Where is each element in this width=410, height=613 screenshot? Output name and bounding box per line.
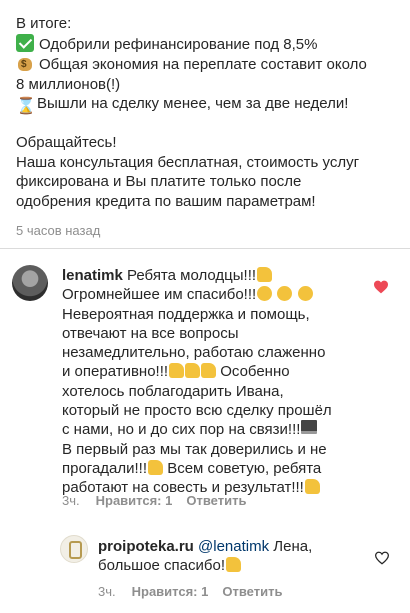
comment: lenatimk Ребята молодцы!!! Огромнейшее и… <box>62 266 360 498</box>
pointing-up-icon <box>304 479 320 495</box>
caption-item: Общая экономия на переплате составит око… <box>16 54 398 94</box>
comment-actions: 3ч. Нравится: 1 Ответить <box>62 493 260 508</box>
smile-icon <box>277 286 293 302</box>
reply-button[interactable]: Ответить <box>186 493 246 508</box>
thumbs-up-icon <box>201 363 217 379</box>
heart-outline-icon[interactable] <box>374 551 390 565</box>
hourglass-icon: ⌛ <box>16 98 36 115</box>
caption-item: Одобрили рефинансирование под 8,5% <box>16 33 398 55</box>
caption-cta-title: Обращайтесь! <box>16 134 117 151</box>
thumbs-up-icon <box>185 363 201 379</box>
heart-icon[interactable] <box>373 280 389 294</box>
comment-actions: 3ч. Нравится: 1 Ответить <box>98 584 296 599</box>
comment-time: 3ч. <box>98 584 116 599</box>
post-caption: В итоге: Одобрили рефинансирование под 8… <box>16 14 398 241</box>
smile-icon <box>297 286 313 302</box>
ok-hand-icon <box>148 459 164 475</box>
thumbs-up-icon <box>257 267 273 282</box>
comment-text: Ребята молодцы!!! Огромнейшее им спасибо… <box>62 267 332 497</box>
check-icon <box>16 33 34 52</box>
money-bag-icon <box>16 54 34 72</box>
laptop-icon <box>301 420 318 435</box>
handshake-icon <box>226 557 242 573</box>
comment-username[interactable]: proipoteka.ru <box>98 538 194 555</box>
caption-heading: В итоге: <box>16 15 72 32</box>
reply-button[interactable]: Ответить <box>222 584 282 599</box>
likes-count[interactable]: Нравится: 1 <box>96 493 173 508</box>
likes-count[interactable]: Нравится: 1 <box>132 584 209 599</box>
smile-icon <box>257 286 273 302</box>
caption-item: ⌛Вышли на сделку менее, чем за две недел… <box>16 95 349 115</box>
avatar[interactable] <box>12 265 48 301</box>
comment-time: 3ч. <box>62 493 80 508</box>
divider <box>0 248 410 249</box>
post-timestamp: 5 часов назад <box>16 223 101 238</box>
comment-username[interactable]: lenatimk <box>62 267 123 284</box>
comment-reply: proipoteka.ru @lenatimk Лена, большое сп… <box>98 537 360 576</box>
avatar[interactable] <box>60 535 88 563</box>
thumbs-up-icon <box>169 363 185 379</box>
mention-link[interactable]: @lenatimk <box>198 538 269 555</box>
caption-cta-text: Наша консультация бесплатная, стоимость … <box>16 153 360 210</box>
